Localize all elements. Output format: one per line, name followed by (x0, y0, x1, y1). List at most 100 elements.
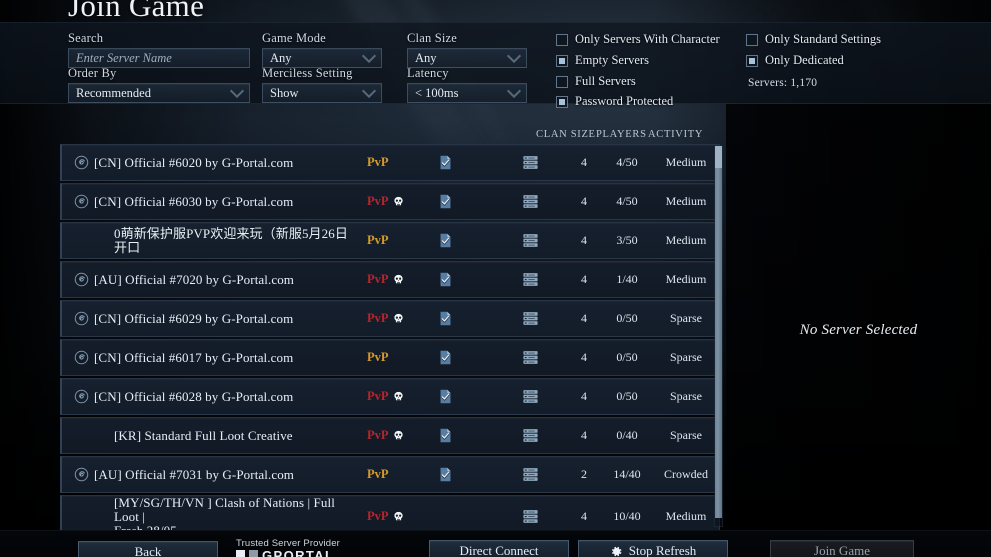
server-official-emblem (68, 467, 94, 482)
checkbox-box (746, 33, 758, 46)
checkbox-full-servers[interactable]: Full Servers (556, 74, 636, 89)
server-dedicated-indicator (493, 467, 567, 482)
order-by-value: Recommended (76, 85, 151, 100)
server-settings-doc-icon (440, 428, 451, 443)
checkbox-only-servers-with-character[interactable]: Only Servers With Character (556, 32, 720, 47)
join-game-screen: Join Game Search Enter Server Name Order… (0, 0, 991, 557)
table-row[interactable]: [CN] Official #6028 by G-Portal.com PvP 4… (60, 378, 720, 415)
server-clan-size: 4 (581, 509, 587, 523)
server-clan-size: 4 (581, 233, 587, 247)
official-server-emblem-icon (74, 155, 88, 170)
game-mode-select[interactable]: Any (262, 48, 382, 68)
server-name: [KR] Standard Full Loot Creative (114, 427, 293, 443)
direct-connect-button[interactable]: Direct Connect (429, 540, 569, 557)
clan-size-label: Clan Size (407, 31, 458, 45)
server-players: 0/50 (616, 389, 638, 403)
search-field-group: Search Enter Server Name (68, 31, 250, 68)
game-mode-text: PvP (367, 389, 389, 403)
table-row[interactable]: [AU] Official #7031 by G-Portal.com PvP 2… (60, 456, 720, 493)
server-players: 4/50 (616, 194, 638, 208)
table-row[interactable]: [CN] Official #6030 by G-Portal.com PvP 4… (60, 183, 720, 220)
server-rack-icon (522, 234, 538, 247)
server-settings-doc-icon (440, 194, 451, 209)
server-activity: Sparse (670, 428, 702, 442)
server-official-emblem (68, 311, 94, 326)
server-settings-doc-icon (440, 233, 451, 248)
merciless-skull-icon (393, 196, 403, 206)
merciless-skull-icon (393, 274, 403, 284)
server-clan-size: 4 (581, 311, 587, 325)
no-server-selected-text: No Server Selected (799, 322, 918, 338)
column-header-activity[interactable]: ACTIVITY (648, 129, 703, 143)
server-activity: Sparse (670, 311, 702, 325)
server-rack-icon (522, 468, 538, 481)
server-rack-icon (522, 273, 538, 286)
chevron-down-icon (361, 83, 377, 99)
checkbox-box (556, 75, 568, 88)
gear-icon (611, 546, 622, 556)
server-activity: Medium (665, 509, 707, 523)
table-row[interactable]: [CN] Official #6017 by G-Portal.com PvP 4… (60, 339, 720, 376)
table-row[interactable]: [CN] Official #6029 by G-Portal.com PvP 4… (60, 300, 720, 337)
server-dedicated-indicator (493, 428, 567, 443)
server-dedicated-indicator (493, 272, 567, 287)
server-clan-size: 2 (581, 467, 587, 481)
clan-size-value: Any (415, 50, 437, 65)
server-activity: Medium (665, 155, 707, 169)
server-settings-indicator (429, 309, 493, 328)
server-rack-icon (522, 312, 538, 325)
search-label: Search (68, 31, 104, 45)
table-row[interactable]: [KR] Standard Full Loot Creative PvP 4 0/4… (60, 417, 720, 454)
server-players: 14/40 (613, 467, 641, 481)
checkbox-only-dedicated[interactable]: Only Dedicated (746, 53, 844, 68)
game-mode-label: Game Mode (262, 31, 326, 45)
table-row[interactable]: [CN] Official #6020 by G-Portal.com PvP 4… (60, 144, 720, 181)
server-game-mode: PvP (367, 428, 429, 443)
scrollbar-thumb[interactable] (715, 146, 722, 518)
server-clan-size: 4 (581, 272, 587, 286)
server-name: [CN] Official #6028 by G-Portal.com (94, 388, 294, 404)
server-list[interactable]: [CN] Official #6020 by G-Portal.com PvP 4… (60, 144, 720, 530)
back-button[interactable]: Back (78, 541, 218, 557)
game-mode-text: PvP (367, 311, 389, 325)
table-row[interactable]: [MY/SG/TH/VN ] Clash of Nations | Full L… (60, 495, 720, 530)
chevron-down-icon (506, 48, 522, 64)
column-header-clan-size[interactable]: CLAN SIZE (536, 129, 596, 143)
checkbox-password-protected[interactable]: Password Protected (556, 94, 673, 109)
checkbox-box (746, 54, 758, 67)
server-name: [CN] Official #6030 by G-Portal.com (94, 193, 294, 209)
game-mode-text: PvP (367, 194, 389, 208)
server-official-emblem (68, 389, 94, 404)
join-game-button[interactable]: Join Game (770, 540, 914, 557)
latency-select[interactable]: < 100ms (407, 83, 527, 103)
column-header-players[interactable]: PLAYERS (596, 129, 647, 143)
checkbox-only-standard-settings[interactable]: Only Standard Settings (746, 32, 881, 47)
checkbox-box (556, 95, 568, 108)
server-game-mode: PvP (367, 155, 429, 170)
stop-refresh-button[interactable]: Stop Refresh (578, 540, 728, 557)
clan-size-select[interactable]: Any (407, 48, 527, 68)
checkbox-empty-servers[interactable]: Empty Servers (556, 53, 649, 68)
game-mode-text: PvP (367, 233, 389, 247)
server-players: 0/50 (616, 350, 638, 364)
merciless-setting-select[interactable]: Show (262, 83, 382, 103)
official-server-emblem-icon (74, 350, 88, 365)
order-by-select[interactable]: Recommended (68, 83, 250, 103)
server-clan-size: 4 (581, 155, 587, 169)
server-official-emblem (68, 155, 94, 170)
server-name: [CN] Official #6029 by G-Portal.com (94, 310, 294, 326)
server-game-mode: PvP (367, 272, 429, 287)
table-row[interactable]: 0萌新保护服PVP欢迎来玩（新服5月26日开口 PvP 4 3/50 Medium (60, 222, 720, 259)
checkbox-label: Only Servers With Character (575, 32, 720, 46)
server-settings-doc-icon (440, 350, 451, 365)
order-by-label: Order By (68, 66, 117, 80)
table-row[interactable]: [AU] Official #7020 by G-Portal.com PvP 4… (60, 261, 720, 298)
server-name: 0萌新保护服PVP欢迎来玩（新服5月26日开口 (114, 225, 348, 255)
search-input[interactable]: Enter Server Name (68, 48, 250, 68)
server-list-scrollbar[interactable] (714, 145, 723, 527)
server-rack-icon (522, 156, 538, 169)
server-players: 4/50 (616, 155, 638, 169)
server-players: 3/50 (616, 233, 638, 247)
server-rack-icon (522, 510, 538, 523)
official-server-emblem-icon (74, 389, 88, 404)
